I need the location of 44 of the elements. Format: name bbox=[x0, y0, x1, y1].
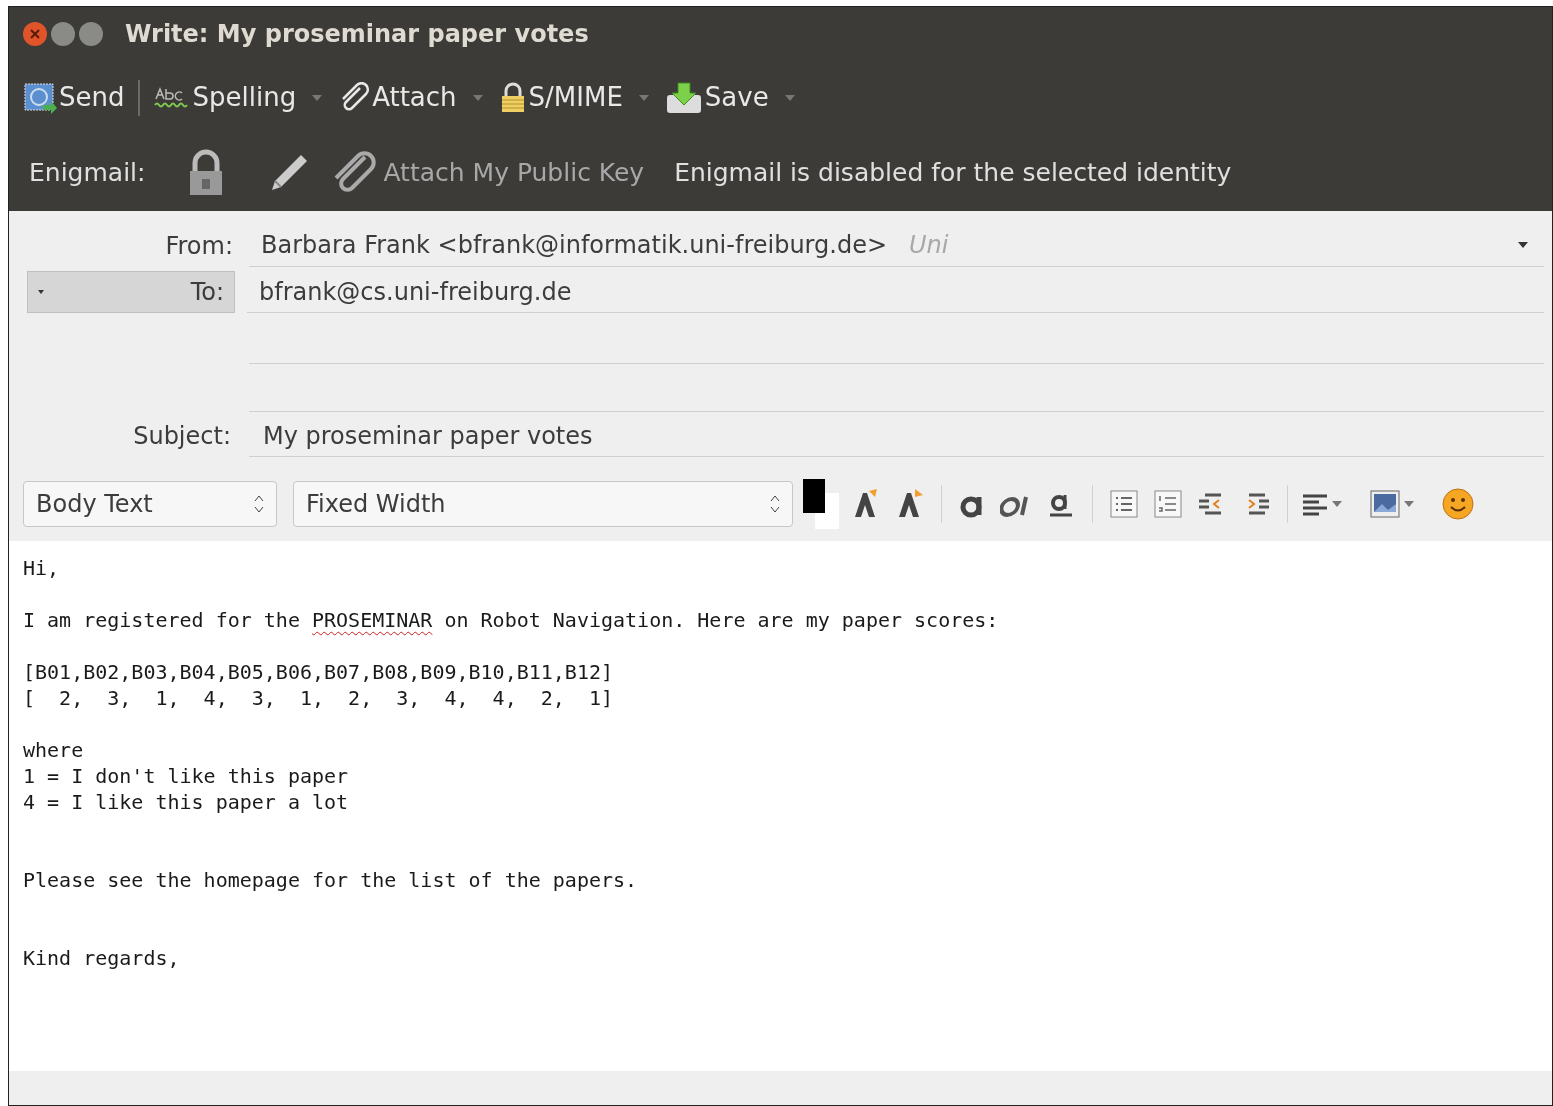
caret-icon bbox=[38, 290, 44, 294]
to-field[interactable]: bfrank@cs.uni-freiburg.de bbox=[247, 271, 1544, 313]
maximize-button[interactable] bbox=[79, 22, 103, 46]
subject-label: Subject: bbox=[132, 421, 232, 452]
text-color-swatch[interactable] bbox=[803, 478, 839, 529]
toolbar-button[interactable]: S/MIME bbox=[496, 78, 625, 117]
toolbar-button[interactable]: Spelling bbox=[152, 78, 299, 117]
caret-icon bbox=[1332, 500, 1342, 507]
image-icon bbox=[1370, 489, 1400, 518]
smiley-icon[interactable] bbox=[1442, 487, 1474, 520]
caret-icon[interactable] bbox=[472, 94, 483, 101]
toolbar-button[interactable]: Attach bbox=[336, 78, 459, 117]
enigmail-status: Enigmail is disabled for the selected identity bbox=[674, 156, 1232, 189]
subject-field[interactable]: My proseminar paper votes bbox=[249, 415, 1544, 457]
enigmail-label: Enigmail: bbox=[29, 156, 146, 189]
body-text-line: Please see the homepage for the list of the papers. bbox=[23, 867, 638, 893]
minimize-button[interactable] bbox=[51, 22, 75, 46]
insert-image-dropdown[interactable] bbox=[1370, 489, 1414, 518]
font-select[interactable]: Fixed Width bbox=[293, 480, 793, 527]
caret-icon[interactable] bbox=[638, 94, 649, 101]
body-text-line: Kind regards, bbox=[23, 945, 180, 971]
attach-public-key-button[interactable]: Attach My Public Key bbox=[331, 150, 645, 195]
caret-icon bbox=[1404, 500, 1414, 507]
body-text-line: [ 2, 3, 1, 4, 3, 1, 2, 3, 4, 4, 2, 1] bbox=[23, 685, 613, 711]
body-text-line: where bbox=[23, 737, 84, 763]
caret-icon bbox=[1518, 242, 1528, 248]
save-icon bbox=[664, 80, 703, 115]
from-field[interactable]: Barbara Frank <bfrank@informatik.uni-freiburg.de> Uni bbox=[249, 224, 1544, 267]
body-text-line: 1 = I don't like this paper bbox=[23, 763, 349, 789]
toolbar-button[interactable]: Save bbox=[662, 78, 771, 117]
from-label: From: bbox=[164, 230, 234, 262]
caret-icon[interactable] bbox=[312, 94, 323, 101]
toolbar-button[interactable]: Send bbox=[21, 78, 127, 117]
caret-icon[interactable] bbox=[784, 94, 795, 101]
window-title: Write: My proseminar paper votes bbox=[125, 19, 589, 50]
body-text-line: 4 = I like this paper a lot bbox=[23, 789, 349, 815]
body-text-line: I am registered for the PROSEMINAR on Robot Navigation. Here are my paper scores: bbox=[23, 607, 999, 633]
body-text-line: Hi, bbox=[23, 555, 60, 581]
body-text-line: [B01,B02,B03,B04,B05,B06,B07,B08,B09,B10,B11,B12] bbox=[23, 659, 613, 685]
paragraph-style-select[interactable]: Body Text bbox=[23, 480, 277, 527]
envelope-icon bbox=[23, 80, 57, 115]
close-button[interactable] bbox=[23, 22, 47, 46]
recipient-type-dropdown[interactable]: To: bbox=[27, 271, 235, 313]
close-icon bbox=[30, 29, 40, 39]
